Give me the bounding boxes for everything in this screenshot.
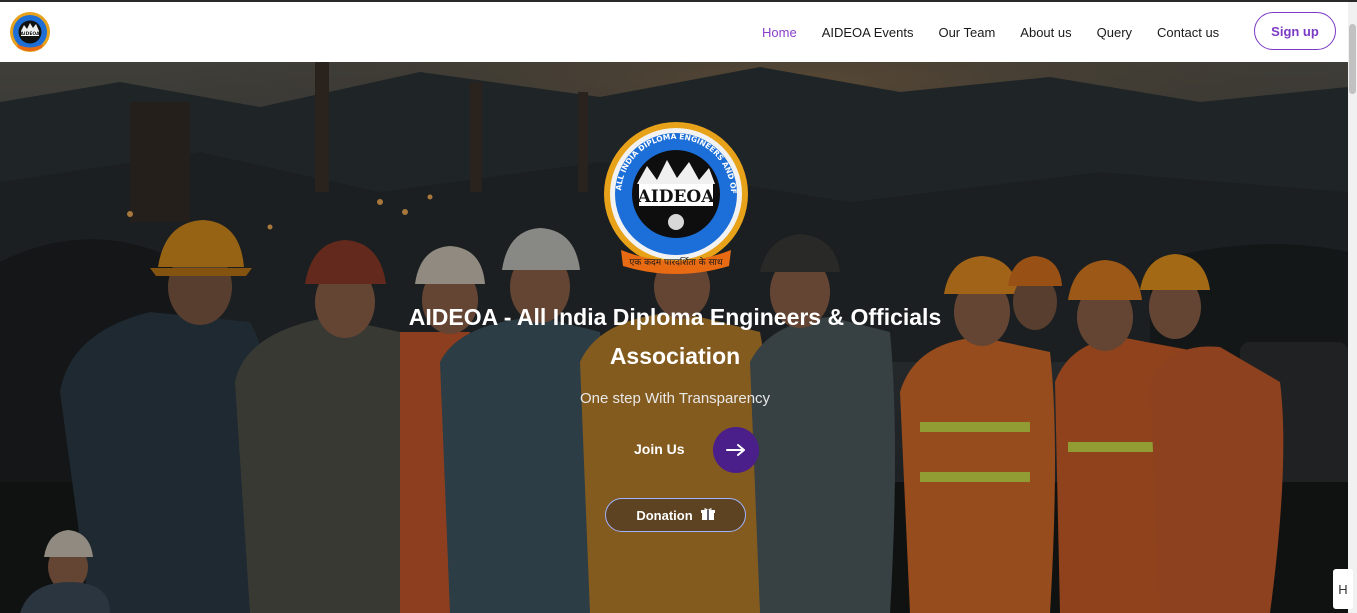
h-icon[interactable]: H xyxy=(1333,569,1353,609)
nav-query[interactable]: Query xyxy=(1097,25,1132,40)
arrow-right-icon[interactable] xyxy=(713,427,759,473)
nav-aideoa-events[interactable]: AIDEOA Events xyxy=(822,25,914,40)
nav-about-us[interactable]: About us xyxy=(1020,25,1071,40)
hero-subtitle: One step With Transparency xyxy=(579,390,771,407)
nav-contact-us[interactable]: Contact us xyxy=(1157,25,1219,40)
corner-widget-label: H xyxy=(1338,581,1348,597)
nav-links: Home AIDEOA Events Our Team About us Que… xyxy=(762,2,1244,62)
emblem-ribbon-text: एक कदम पारदर्शिता के साथ xyxy=(629,256,723,268)
gift-icon xyxy=(700,507,715,524)
svg-text:AIDEOA: AIDEOA xyxy=(20,31,40,37)
hero-title-line1: AIDEOA - All India Diploma Engineers & O… xyxy=(408,304,942,330)
hero-title-line2: Association xyxy=(609,343,741,369)
nav-our-team[interactable]: Our Team xyxy=(938,25,995,40)
scrollbar-thumb[interactable] xyxy=(1349,24,1356,94)
aideoa-logo-small[interactable]: AIDEOA xyxy=(9,11,51,53)
donation-label: Donation xyxy=(636,507,693,523)
signup-button[interactable]: Sign up xyxy=(1254,12,1336,50)
emblem-logo-text: AIDEOA xyxy=(637,187,716,207)
donation-button[interactable]: Donation xyxy=(605,498,746,532)
hero-title: AIDEOA - All India Diploma Engineers & O… xyxy=(340,298,1010,376)
hero-section: AIDEOA ALL INDIA DIPLOMA ENGINEERS AND O… xyxy=(0,62,1348,613)
aideoa-emblem: AIDEOA ALL INDIA DIPLOMA ENGINEERS AND O… xyxy=(603,122,748,274)
page-scrollbar[interactable] xyxy=(1348,2,1357,613)
nav-home[interactable]: Home xyxy=(762,25,797,40)
navbar: AIDEOA Home AIDEOA Events Our Team About… xyxy=(0,2,1348,62)
join-us-label: Join Us xyxy=(634,441,685,457)
join-us-button[interactable]: Join Us xyxy=(610,427,760,473)
